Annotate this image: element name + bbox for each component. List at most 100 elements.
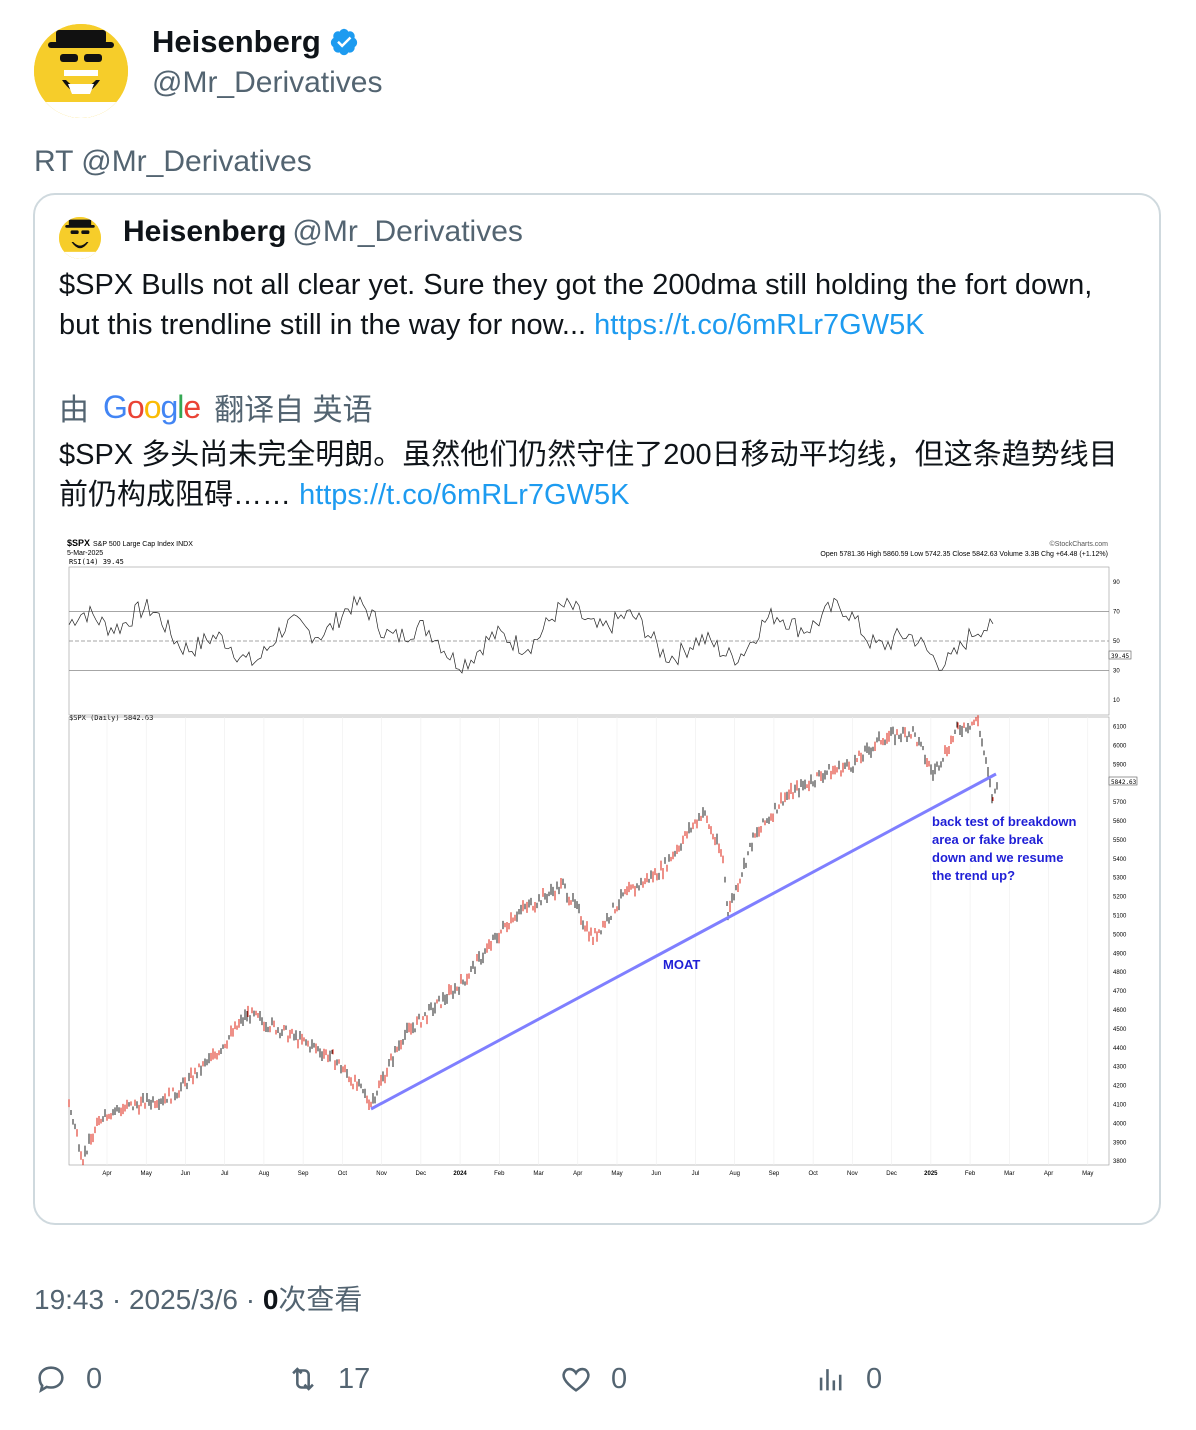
rsi-line: [68, 595, 994, 674]
svg-text:4100: 4100: [1113, 1103, 1127, 1109]
svg-text:2024: 2024: [453, 1171, 467, 1177]
author-handle[interactable]: @Mr_Derivatives: [152, 66, 383, 100]
like-button[interactable]: 0: [559, 1362, 627, 1396]
svg-text:Jun: Jun: [181, 1171, 191, 1177]
svg-text:Mar: Mar: [1004, 1171, 1014, 1177]
retweet-icon: [292, 1367, 314, 1391]
svg-text:Aug: Aug: [259, 1171, 270, 1177]
spx-chart-svg: $SPX S&P 500 Large Cap Index INDX 5-Mar-…: [67, 538, 1138, 1177]
retweet-button[interactable]: 17: [286, 1362, 370, 1396]
chart-title: $SPX: [67, 538, 90, 548]
price-value-tag: 5842.63: [1108, 776, 1138, 786]
note-line-3: down and we resume: [932, 850, 1063, 865]
svg-text:5842.63: 5842.63: [1111, 779, 1137, 786]
svg-text:5900: 5900: [1113, 762, 1127, 768]
chart-source: ©StockCharts.com: [1050, 540, 1109, 548]
views-count: 0: [262, 1284, 279, 1315]
views-action-count: 0: [866, 1362, 883, 1395]
tweet-header: Heisenberg @Mr_Derivatives: [34, 24, 1162, 124]
svg-text:5300: 5300: [1113, 876, 1127, 882]
svg-text:4000: 4000: [1113, 1121, 1127, 1127]
svg-text:Oct: Oct: [338, 1171, 348, 1177]
svg-text:3900: 3900: [1113, 1140, 1127, 1146]
svg-text:Apr: Apr: [573, 1171, 582, 1177]
svg-text:Apr: Apr: [1044, 1171, 1053, 1177]
views-button[interactable]: 0: [814, 1362, 882, 1396]
reply-count: 0: [86, 1362, 103, 1395]
quoted-author-avatar[interactable]: [59, 217, 101, 259]
spx-chart-image[interactable]: $SPX S&P 500 Large Cap Index INDX 5-Mar-…: [63, 537, 1145, 1177]
svg-text:5400: 5400: [1113, 857, 1127, 863]
chart-frame: [68, 566, 1110, 1166]
svg-text:Nov: Nov: [376, 1171, 387, 1177]
moat-annotation: MOAT: [663, 957, 700, 972]
chart-subtitle: S&P 500 Large Cap Index INDX: [93, 541, 193, 548]
svg-text:30: 30: [1113, 669, 1120, 675]
svg-text:4400: 4400: [1113, 1046, 1127, 1052]
heisenberg-avatar-icon: [59, 217, 101, 259]
google-logo: Google: [103, 388, 201, 425]
rsi-value-tag: 39.45: [1108, 650, 1132, 660]
svg-text:Aug: Aug: [729, 1171, 740, 1177]
svg-text:6100: 6100: [1113, 724, 1127, 730]
heisenberg-avatar-icon: [34, 24, 128, 118]
translate-prefix: 由: [59, 394, 89, 427]
svg-text:6000: 6000: [1113, 743, 1127, 749]
quoted-tweet-card[interactable]: Heisenberg @Mr_Derivatives $SPX Bulls not…: [33, 193, 1161, 1225]
author-avatar[interactable]: [34, 24, 128, 118]
chart-date: 5-Mar-2025: [67, 550, 103, 557]
svg-text:5100: 5100: [1113, 913, 1127, 919]
svg-text:50: 50: [1113, 639, 1120, 645]
quoted-tweet-link[interactable]: https://t.co/6mRLr7GW5K: [594, 309, 924, 341]
retweet-label: RT @Mr_Derivatives: [34, 145, 312, 178]
svg-text:May: May: [141, 1171, 152, 1177]
svg-text:4200: 4200: [1113, 1084, 1127, 1090]
svg-text:Jul: Jul: [692, 1171, 700, 1177]
quoted-author-handle[interactable]: @Mr_Derivatives: [292, 215, 523, 248]
quoted-author-name[interactable]: Heisenberg: [123, 215, 286, 248]
translated-text: $SPX 多头尚未完全明朗。虽然他们仍然守住了200日移动平均线，但这条趋势线目…: [59, 435, 1145, 515]
svg-text:5000: 5000: [1113, 932, 1127, 938]
analytics-icon: [819, 1369, 842, 1391]
svg-text:90: 90: [1113, 580, 1120, 586]
svg-text:May: May: [611, 1171, 622, 1177]
svg-text:4700: 4700: [1113, 989, 1127, 995]
price-bars: [68, 715, 998, 1166]
svg-text:Oct: Oct: [808, 1171, 818, 1177]
svg-text:5600: 5600: [1113, 819, 1127, 825]
svg-text:Apr: Apr: [102, 1171, 111, 1177]
price-axis: 6100600059005800570056005500540053005200…: [1113, 724, 1127, 1165]
svg-text:10: 10: [1113, 698, 1120, 704]
svg-text:4800: 4800: [1113, 970, 1127, 976]
svg-text:May: May: [1082, 1171, 1093, 1177]
svg-text:5500: 5500: [1113, 838, 1127, 844]
svg-text:3800: 3800: [1113, 1159, 1127, 1165]
author-name[interactable]: Heisenberg: [152, 24, 321, 60]
chart-ohlc: Open 5781.36 High 5860.59 Low 5742.35 Cl…: [820, 551, 1108, 558]
svg-text:5200: 5200: [1113, 895, 1127, 901]
translate-suffix[interactable]: 翻译自 英语: [214, 385, 372, 429]
svg-text:4500: 4500: [1113, 1027, 1127, 1033]
note-line-1: back test of breakdown: [932, 814, 1077, 829]
svg-text:2025: 2025: [924, 1171, 938, 1177]
tweet-timestamp[interactable]: 19:43 · 2025/3/6 ·: [34, 1284, 263, 1315]
note-annotation: back test of breakdown area or fake brea…: [932, 814, 1077, 883]
like-count: 0: [611, 1362, 628, 1395]
reply-button[interactable]: 0: [34, 1362, 102, 1396]
verified-badge-icon: [330, 28, 357, 56]
svg-text:4600: 4600: [1113, 1008, 1127, 1014]
svg-text:4900: 4900: [1113, 951, 1127, 957]
svg-text:5700: 5700: [1113, 800, 1127, 806]
trendline: [370, 772, 997, 1111]
quoted-tweet-body: $SPX Bulls not all clear yet. Sure they …: [59, 269, 1093, 341]
svg-text:Dec: Dec: [416, 1171, 427, 1177]
svg-text:Sep: Sep: [298, 1171, 309, 1177]
quoted-tweet-text: $SPX Bulls not all clear yet. Sure they …: [59, 265, 1139, 345]
tweet-meta: 19:43 · 2025/3/6 · 0次查看: [34, 1278, 362, 1318]
svg-text:Feb: Feb: [965, 1171, 976, 1177]
svg-text:Nov: Nov: [847, 1171, 858, 1177]
svg-text:Jul: Jul: [221, 1171, 229, 1177]
translated-link[interactable]: https://t.co/6mRLr7GW5K: [299, 479, 629, 511]
svg-text:Feb: Feb: [494, 1171, 505, 1177]
svg-text:Jun: Jun: [651, 1171, 661, 1177]
